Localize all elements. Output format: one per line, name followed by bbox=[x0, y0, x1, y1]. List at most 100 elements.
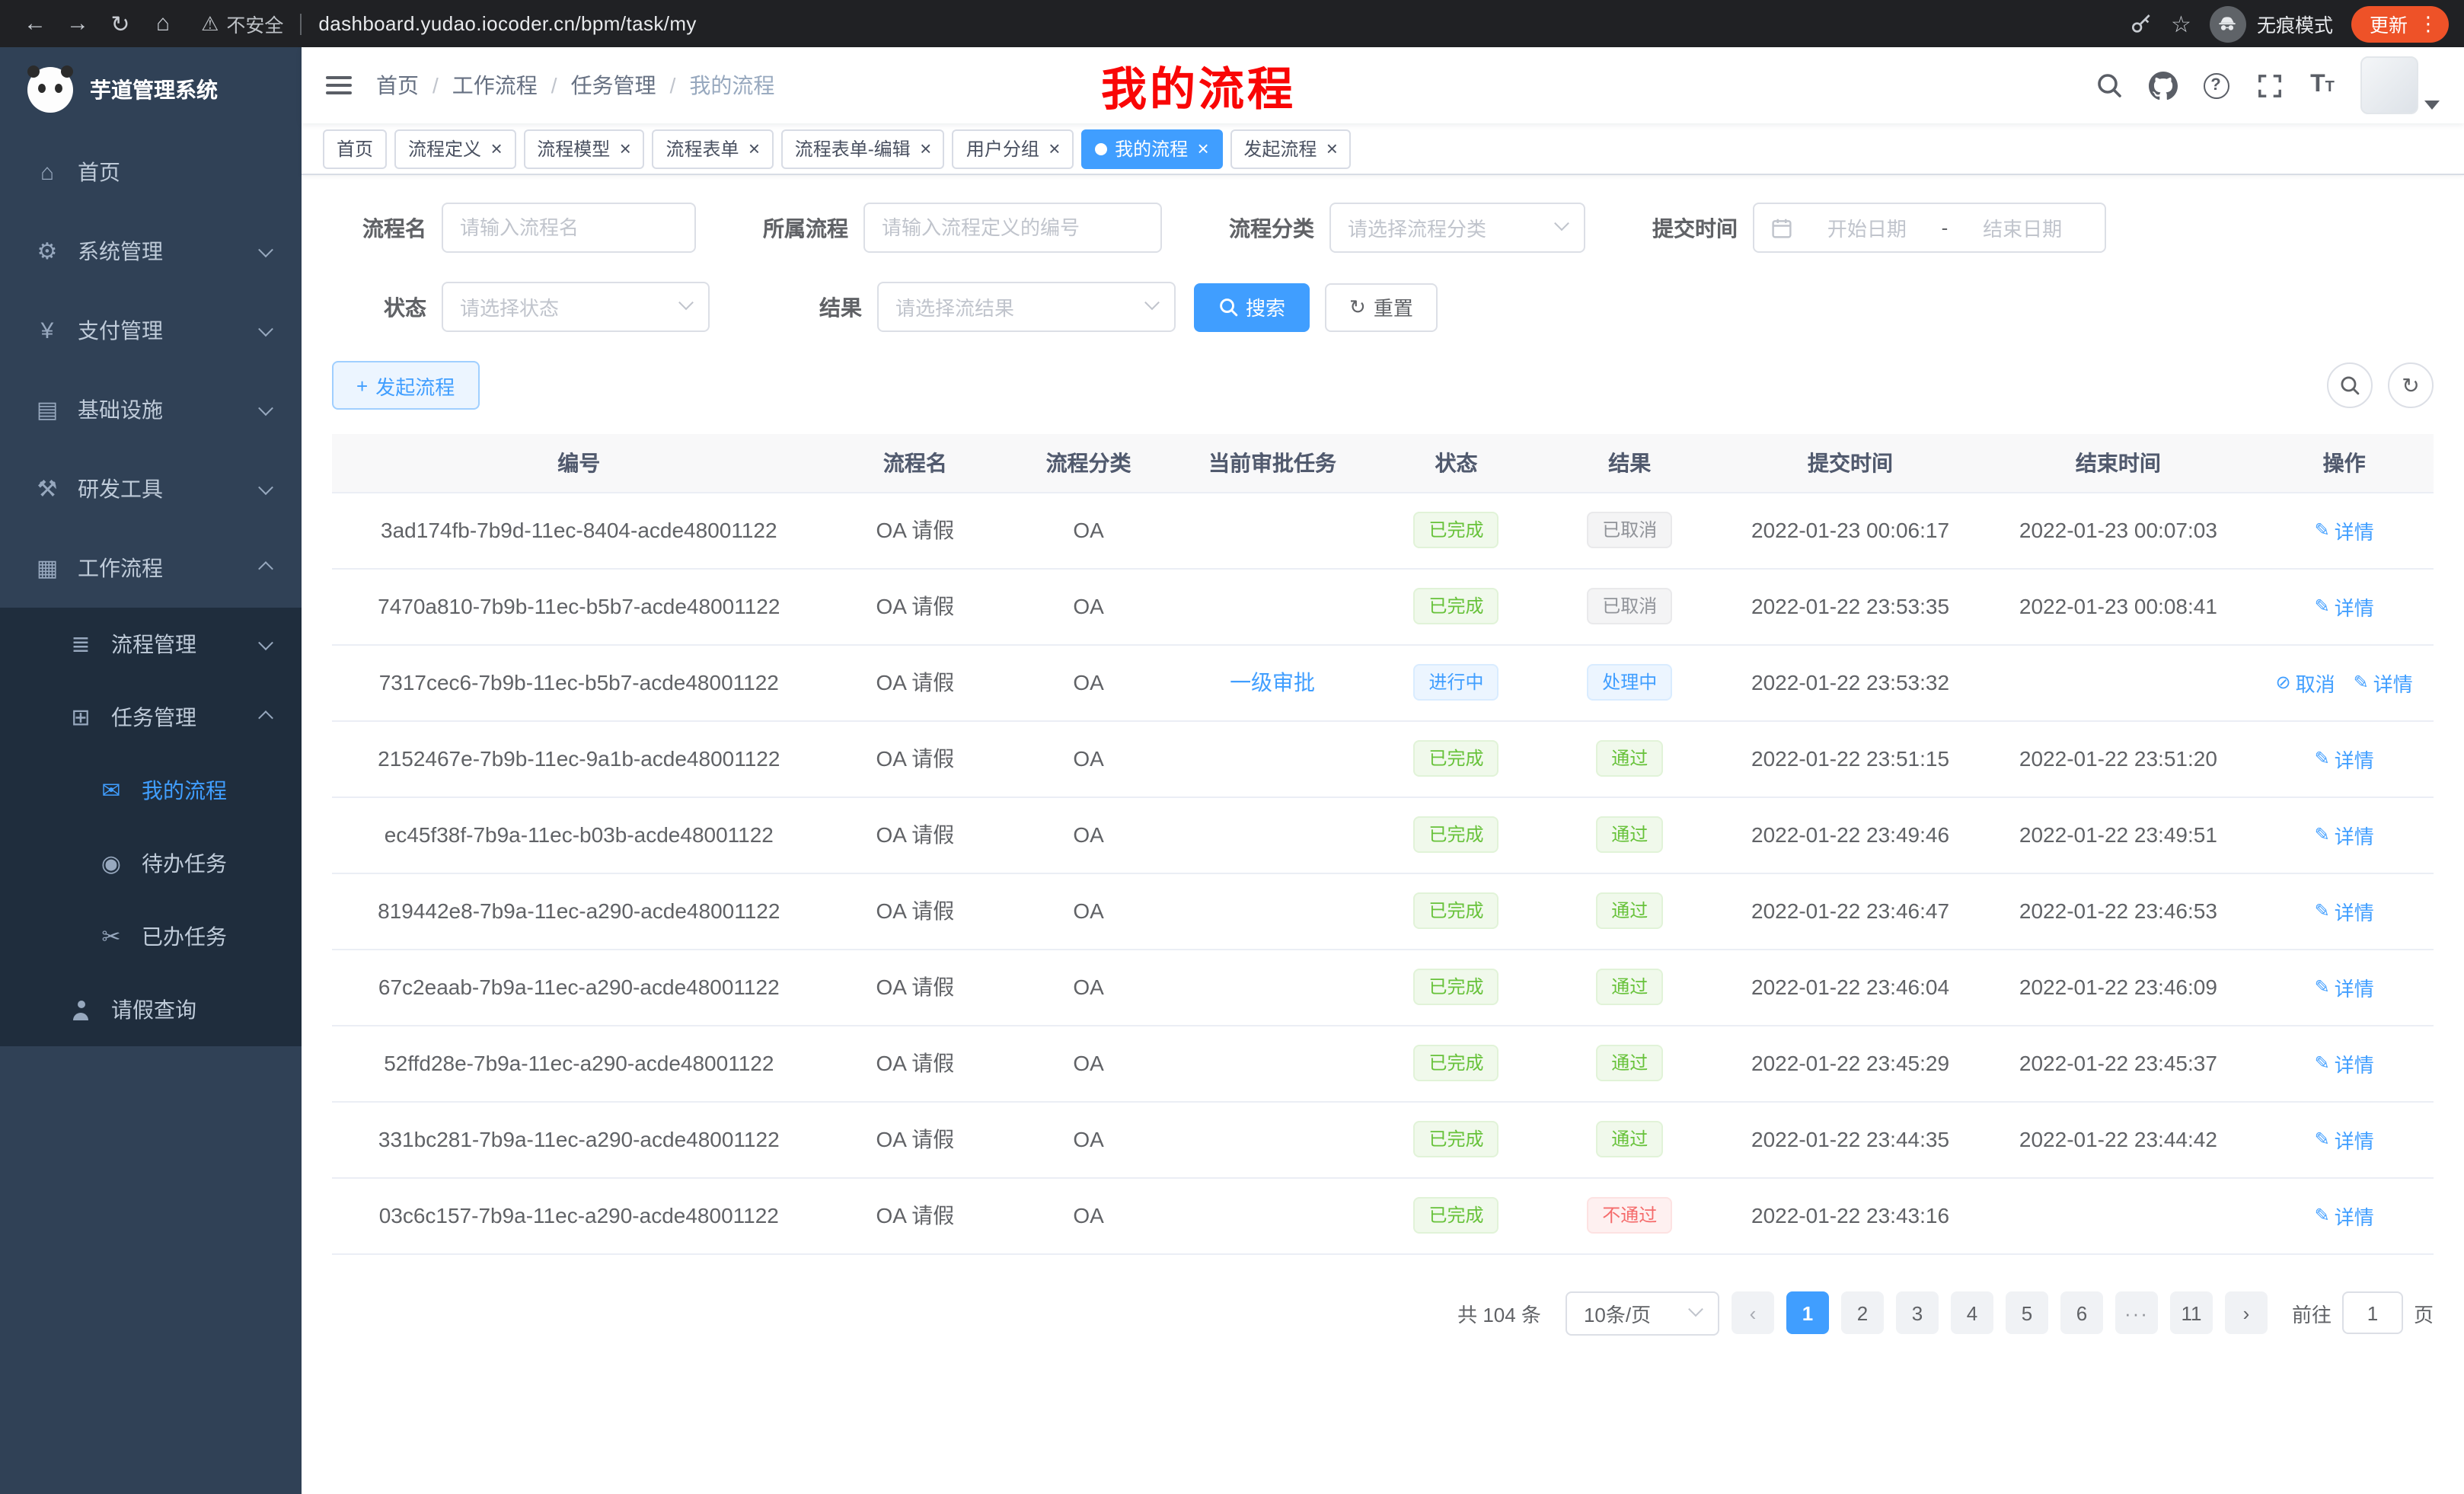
action-detail[interactable]: ✎详情 bbox=[2354, 668, 2413, 697]
cell-name: OA 请假 bbox=[826, 873, 1005, 949]
sidebar-item-system[interactable]: ⚙系统管理 bbox=[0, 212, 302, 291]
action-detail[interactable]: ✎详情 bbox=[2315, 820, 2374, 849]
forward-icon[interactable]: → bbox=[58, 4, 97, 43]
status-select[interactable]: 请选择状态 bbox=[442, 282, 710, 332]
cell-end-time bbox=[1982, 1177, 2255, 1253]
cell-category: OA bbox=[1004, 796, 1173, 873]
search-button[interactable]: 搜索 bbox=[1194, 283, 1310, 331]
page-button-2[interactable]: 2 bbox=[1841, 1291, 1884, 1334]
prev-page-button[interactable]: ‹ bbox=[1732, 1291, 1774, 1334]
key-icon[interactable] bbox=[2128, 11, 2153, 36]
fullscreen-icon[interactable] bbox=[2254, 69, 2284, 102]
sidebar-item-payment[interactable]: ¥支付管理 bbox=[0, 291, 302, 370]
breadcrumb-item[interactable]: 首页 bbox=[376, 70, 419, 101]
action-detail[interactable]: ✎详情 bbox=[2315, 592, 2374, 621]
close-icon[interactable]: × bbox=[748, 139, 760, 158]
sidebar-item-infrastructure[interactable]: ▤基础设施 bbox=[0, 370, 302, 449]
sidebar-item-label: 已办任务 bbox=[142, 921, 227, 952]
sidebar-item-process-mgmt[interactable]: ≣流程管理 bbox=[0, 608, 302, 681]
sidebar-item-leave-query[interactable]: 请假查询 bbox=[0, 973, 302, 1046]
cell-result: 通过 bbox=[1540, 1025, 1719, 1101]
action-detail[interactable]: ✎详情 bbox=[2315, 1049, 2374, 1077]
action-cancel[interactable]: ⊘取消 bbox=[2276, 668, 2335, 697]
font-size-icon[interactable]: TT bbox=[2307, 69, 2338, 102]
close-icon[interactable]: × bbox=[1048, 139, 1060, 158]
pagination-more[interactable]: ··· bbox=[2115, 1291, 2158, 1334]
process-definition-input[interactable] bbox=[863, 203, 1162, 253]
home-chrome-icon[interactable]: ⌂ bbox=[143, 4, 183, 43]
user-menu[interactable] bbox=[2360, 56, 2440, 114]
select-placeholder: 请选择状态 bbox=[460, 292, 559, 321]
create-process-button[interactable]: + 发起流程 bbox=[332, 361, 479, 410]
sidebar-item-todo-tasks[interactable]: ◉待办任务 bbox=[0, 827, 302, 900]
sidebar-item-devtools[interactable]: ⚒研发工具 bbox=[0, 449, 302, 528]
avatar[interactable] bbox=[2360, 56, 2418, 114]
action-detail[interactable]: ✎详情 bbox=[2315, 516, 2374, 544]
app-logo-row[interactable]: 芋道管理系统 bbox=[0, 47, 302, 132]
cell-result: 已取消 bbox=[1540, 568, 1719, 644]
sidebar-item-home[interactable]: ⌂首页 bbox=[0, 132, 302, 212]
action-detail[interactable]: ✎详情 bbox=[2315, 1125, 2374, 1154]
cell-result: 不通过 bbox=[1540, 1177, 1719, 1253]
tab-start-process[interactable]: 发起流程× bbox=[1230, 129, 1351, 168]
refresh-icon[interactable]: ↻ bbox=[101, 4, 140, 43]
process-category-select[interactable]: 请选择流程分类 bbox=[1329, 203, 1585, 253]
incognito-badge: 无痕模式 bbox=[2210, 5, 2333, 42]
update-button[interactable]: 更新 ⋮ bbox=[2351, 5, 2449, 42]
action-detail[interactable]: ✎详情 bbox=[2315, 972, 2374, 1001]
tab-process-form-edit[interactable]: 流程表单-编辑× bbox=[781, 129, 945, 168]
close-icon[interactable]: × bbox=[1326, 139, 1337, 158]
toggle-search-button[interactable] bbox=[2327, 362, 2373, 408]
cell-name: OA 请假 bbox=[826, 492, 1005, 568]
action-label: 详情 bbox=[2335, 516, 2374, 544]
close-icon[interactable]: × bbox=[920, 139, 931, 158]
search-icon[interactable] bbox=[2094, 69, 2124, 102]
task-link[interactable]: 一级审批 bbox=[1230, 670, 1315, 694]
breadcrumb-item[interactable]: 任务管理 bbox=[571, 70, 656, 101]
sidebar-item-task-mgmt[interactable]: ⊞任务管理 bbox=[0, 681, 302, 754]
page-button-5[interactable]: 5 bbox=[2006, 1291, 2048, 1334]
cell-submit-time: 2022-01-22 23:53:32 bbox=[1719, 644, 1982, 720]
action-detail[interactable]: ✎详情 bbox=[2315, 744, 2374, 773]
next-page-button[interactable]: › bbox=[2225, 1291, 2268, 1334]
action-detail[interactable]: ✎详情 bbox=[2315, 896, 2374, 925]
security-chip[interactable]: ⚠ 不安全 bbox=[201, 9, 283, 38]
github-icon[interactable] bbox=[2147, 69, 2178, 102]
page-button-11[interactable]: 11 bbox=[2170, 1291, 2213, 1334]
hamburger-icon[interactable] bbox=[326, 76, 352, 94]
tab-user-group[interactable]: 用户分组× bbox=[953, 129, 1074, 168]
sidebar-item-workflow[interactable]: ▦工作流程 bbox=[0, 528, 302, 608]
tab-my-process[interactable]: 我的流程× bbox=[1081, 129, 1222, 168]
reset-button[interactable]: ↻ 重置 bbox=[1325, 283, 1438, 331]
bookmark-star-icon[interactable]: ☆ bbox=[2171, 10, 2191, 37]
close-icon[interactable]: × bbox=[1197, 139, 1208, 158]
close-icon[interactable]: × bbox=[490, 139, 502, 158]
cell-actions: ✎详情 bbox=[2255, 492, 2434, 568]
tab-process-form[interactable]: 流程表单× bbox=[652, 129, 773, 168]
result-select[interactable]: 请选择流结果 bbox=[877, 282, 1176, 332]
close-icon[interactable]: × bbox=[619, 139, 630, 158]
page-button-6[interactable]: 6 bbox=[2060, 1291, 2103, 1334]
action-detail[interactable]: ✎详情 bbox=[2315, 1201, 2374, 1230]
date-range-picker[interactable]: 开始日期 - 结束日期 bbox=[1753, 203, 2106, 253]
back-icon[interactable]: ← bbox=[15, 4, 55, 43]
help-icon[interactable]: ? bbox=[2201, 69, 2231, 102]
address-bar[interactable]: dashboard.yudao.iocoder.cn/bpm/task/my bbox=[318, 12, 697, 35]
browser-menu-icon[interactable]: ⋮ bbox=[2418, 14, 2438, 34]
breadcrumb-item[interactable]: 工作流程 bbox=[452, 70, 538, 101]
action-label: 取消 bbox=[2296, 668, 2335, 697]
process-name-input[interactable] bbox=[442, 203, 696, 253]
goto-page-input[interactable] bbox=[2342, 1291, 2403, 1334]
page-button-3[interactable]: 3 bbox=[1896, 1291, 1939, 1334]
tab-process-definition[interactable]: 流程定义× bbox=[394, 129, 515, 168]
sidebar-item-done-tasks[interactable]: ✂已办任务 bbox=[0, 900, 302, 973]
page-button-1[interactable]: 1 bbox=[1786, 1291, 1829, 1334]
tab-home[interactable]: 首页 bbox=[323, 129, 387, 168]
process-definition-label: 所属流程 bbox=[732, 212, 848, 243]
page-size-select[interactable]: 10条/页 bbox=[1566, 1291, 1719, 1335]
page-button-4[interactable]: 4 bbox=[1951, 1291, 1993, 1334]
tab-process-model[interactable]: 流程模型× bbox=[523, 129, 644, 168]
refresh-table-button[interactable]: ↻ bbox=[2388, 362, 2434, 408]
sidebar-item-my-process[interactable]: ✉我的流程 bbox=[0, 754, 302, 827]
breadcrumb: 首页/工作流程/任务管理/我的流程 bbox=[376, 70, 774, 101]
